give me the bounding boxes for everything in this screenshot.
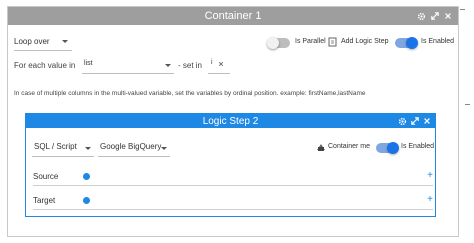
clear-icon[interactable] <box>218 60 224 69</box>
set-in-value[interactable]: i <box>211 59 213 66</box>
divider <box>460 9 465 10</box>
is-parallel-label: Is Parallel <box>295 38 326 45</box>
loop-select-value: Loop over <box>14 37 50 46</box>
divider <box>465 104 470 105</box>
expand-icon[interactable] <box>431 12 439 20</box>
step-type-select[interactable]: SQL / Script <box>34 142 77 151</box>
logic-step-title: Logic Step 2 <box>202 115 259 127</box>
container-enabled-label: Is Enabled <box>421 38 455 45</box>
chevron-down-icon <box>85 147 91 150</box>
list-select-value: list <box>84 60 93 67</box>
step-type-value: SQL / Script <box>34 142 77 151</box>
step-type-underline <box>32 156 94 157</box>
step-enabled-toggle[interactable] <box>376 142 399 154</box>
source-underline <box>33 185 433 186</box>
list-select[interactable]: list <box>84 60 93 67</box>
loop-select[interactable]: Loop over <box>14 37 68 46</box>
add-logic-step-label[interactable]: Add Logic Step <box>341 38 388 45</box>
loop-select-underline <box>14 50 72 51</box>
source-label: Source <box>33 172 59 181</box>
chevron-down-icon <box>61 40 68 43</box>
connection-underline <box>98 156 170 157</box>
target-underline <box>33 209 433 210</box>
set-in-underline <box>208 73 230 74</box>
close-icon[interactable] <box>444 12 452 20</box>
for-each-label: For each value in <box>14 61 76 70</box>
target-label: Target <box>33 196 56 205</box>
container-enabled-toggle[interactable] <box>395 37 418 49</box>
logic-step-panel: Logic Step 2 SQL / Script Google BigQuer… <box>25 113 436 217</box>
chevron-down-icon <box>165 64 171 67</box>
set-in-label: - set in <box>178 61 203 70</box>
connection-value: Google BigQuery <box>100 142 162 151</box>
connection-select[interactable]: Google BigQuery <box>100 142 161 151</box>
container-me-label[interactable]: Container me <box>328 143 370 150</box>
add-logic-step-icon[interactable] <box>328 37 338 49</box>
list-select-underline <box>82 73 174 74</box>
container-title: Container 1 <box>204 10 262 22</box>
step-enabled-label: Is Enabled <box>401 143 435 150</box>
info-icon[interactable] <box>83 173 90 180</box>
help-text: In case of multiple columns in the multi… <box>14 90 366 97</box>
logic-step-header: Logic Step 2 <box>26 114 435 128</box>
expand-icon[interactable] <box>411 117 419 125</box>
close-icon[interactable] <box>423 117 431 125</box>
is-parallel-toggle[interactable] <box>267 37 290 49</box>
container-header: Container 1 <box>8 7 458 25</box>
chevron-down-icon <box>161 147 167 150</box>
gear-icon[interactable] <box>398 117 407 126</box>
add-target-icon[interactable]: + <box>427 194 433 205</box>
gear-icon[interactable] <box>417 12 426 21</box>
info-icon[interactable] <box>83 197 90 204</box>
add-source-icon[interactable]: + <box>427 170 433 181</box>
target-row[interactable]: Target + <box>33 194 433 210</box>
source-row[interactable]: Source + <box>33 170 433 186</box>
container-me-icon[interactable] <box>316 142 326 154</box>
